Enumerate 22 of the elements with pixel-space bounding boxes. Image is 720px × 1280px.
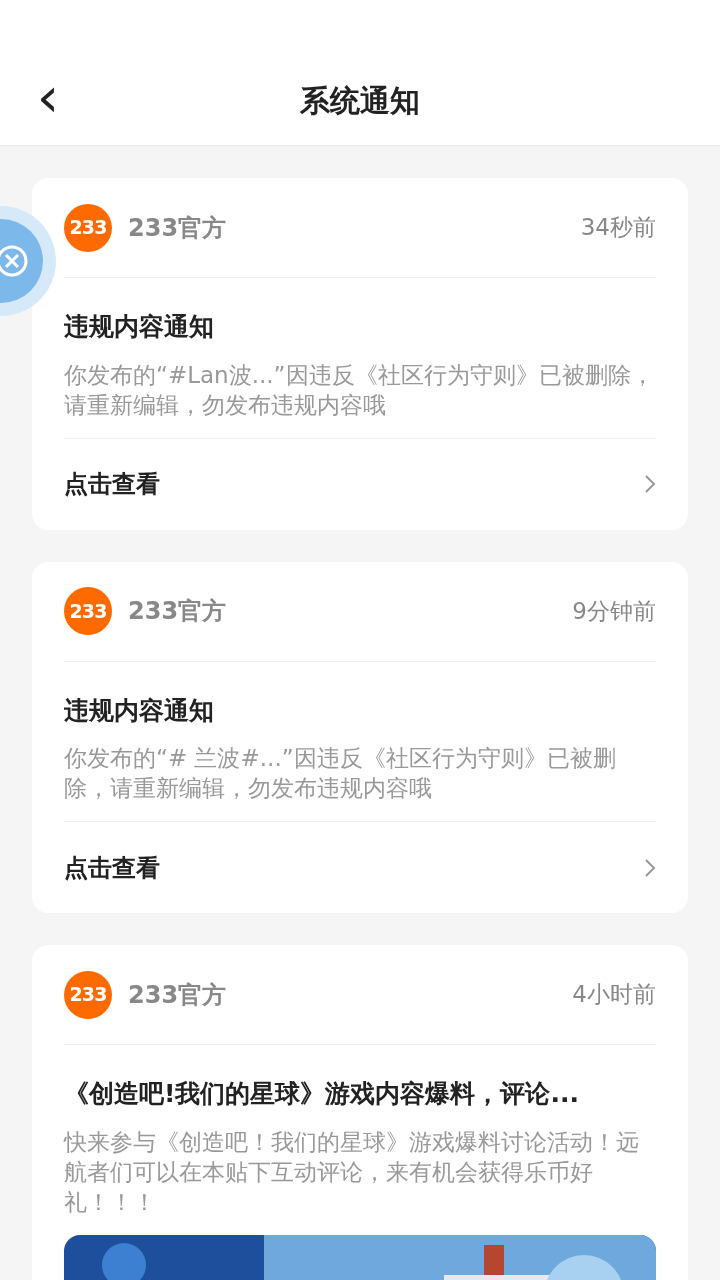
notification-body: 快来参与《创造吧！我们的星球》游戏爆料讨论活动！远航者们可以在本贴下互动评论，来有机会获得乐币好礼！！！ bbox=[64, 1127, 640, 1217]
chevron-right-icon bbox=[644, 857, 656, 878]
sender-name: 233官方 bbox=[128, 596, 227, 627]
notification-title: 《创造吧!我们的星球》游戏内容爆料，评论... bbox=[64, 1078, 580, 1110]
sender-name: 233官方 bbox=[128, 212, 227, 244]
logo-icon: 233 bbox=[64, 203, 112, 252]
view-details-link[interactable]: 点击查看 bbox=[64, 437, 656, 530]
logo-icon: 233 bbox=[64, 970, 112, 1019]
back-button[interactable]: ‹ bbox=[30, 69, 66, 125]
view-details-link[interactable]: 点击查看 bbox=[64, 821, 656, 913]
timestamp: 9分钟前 bbox=[572, 596, 656, 626]
chevron-right-icon bbox=[644, 474, 656, 494]
close-icon bbox=[0, 244, 29, 278]
notification-body: 你发布的“#Lan波...”因违反《社区行为守则》已被删除，请重新编辑，勿发布违规内容哦 bbox=[64, 360, 655, 420]
page-title: 系统通知 bbox=[300, 82, 420, 120]
timestamp: 34秒前 bbox=[580, 213, 656, 243]
sender-name: 233官方 bbox=[128, 979, 227, 1011]
notification-title: 违规内容通知 bbox=[64, 694, 215, 727]
timestamp: 4小时前 bbox=[572, 980, 656, 1010]
notification-title: 违规内容通知 bbox=[64, 311, 215, 343]
notification-body: 你发布的“# 兰波#...”因违反《社区行为守则》已被删除，请重新编辑，勿发布违规内容哦 bbox=[64, 744, 617, 803]
logo-icon: 233 bbox=[64, 587, 112, 635]
